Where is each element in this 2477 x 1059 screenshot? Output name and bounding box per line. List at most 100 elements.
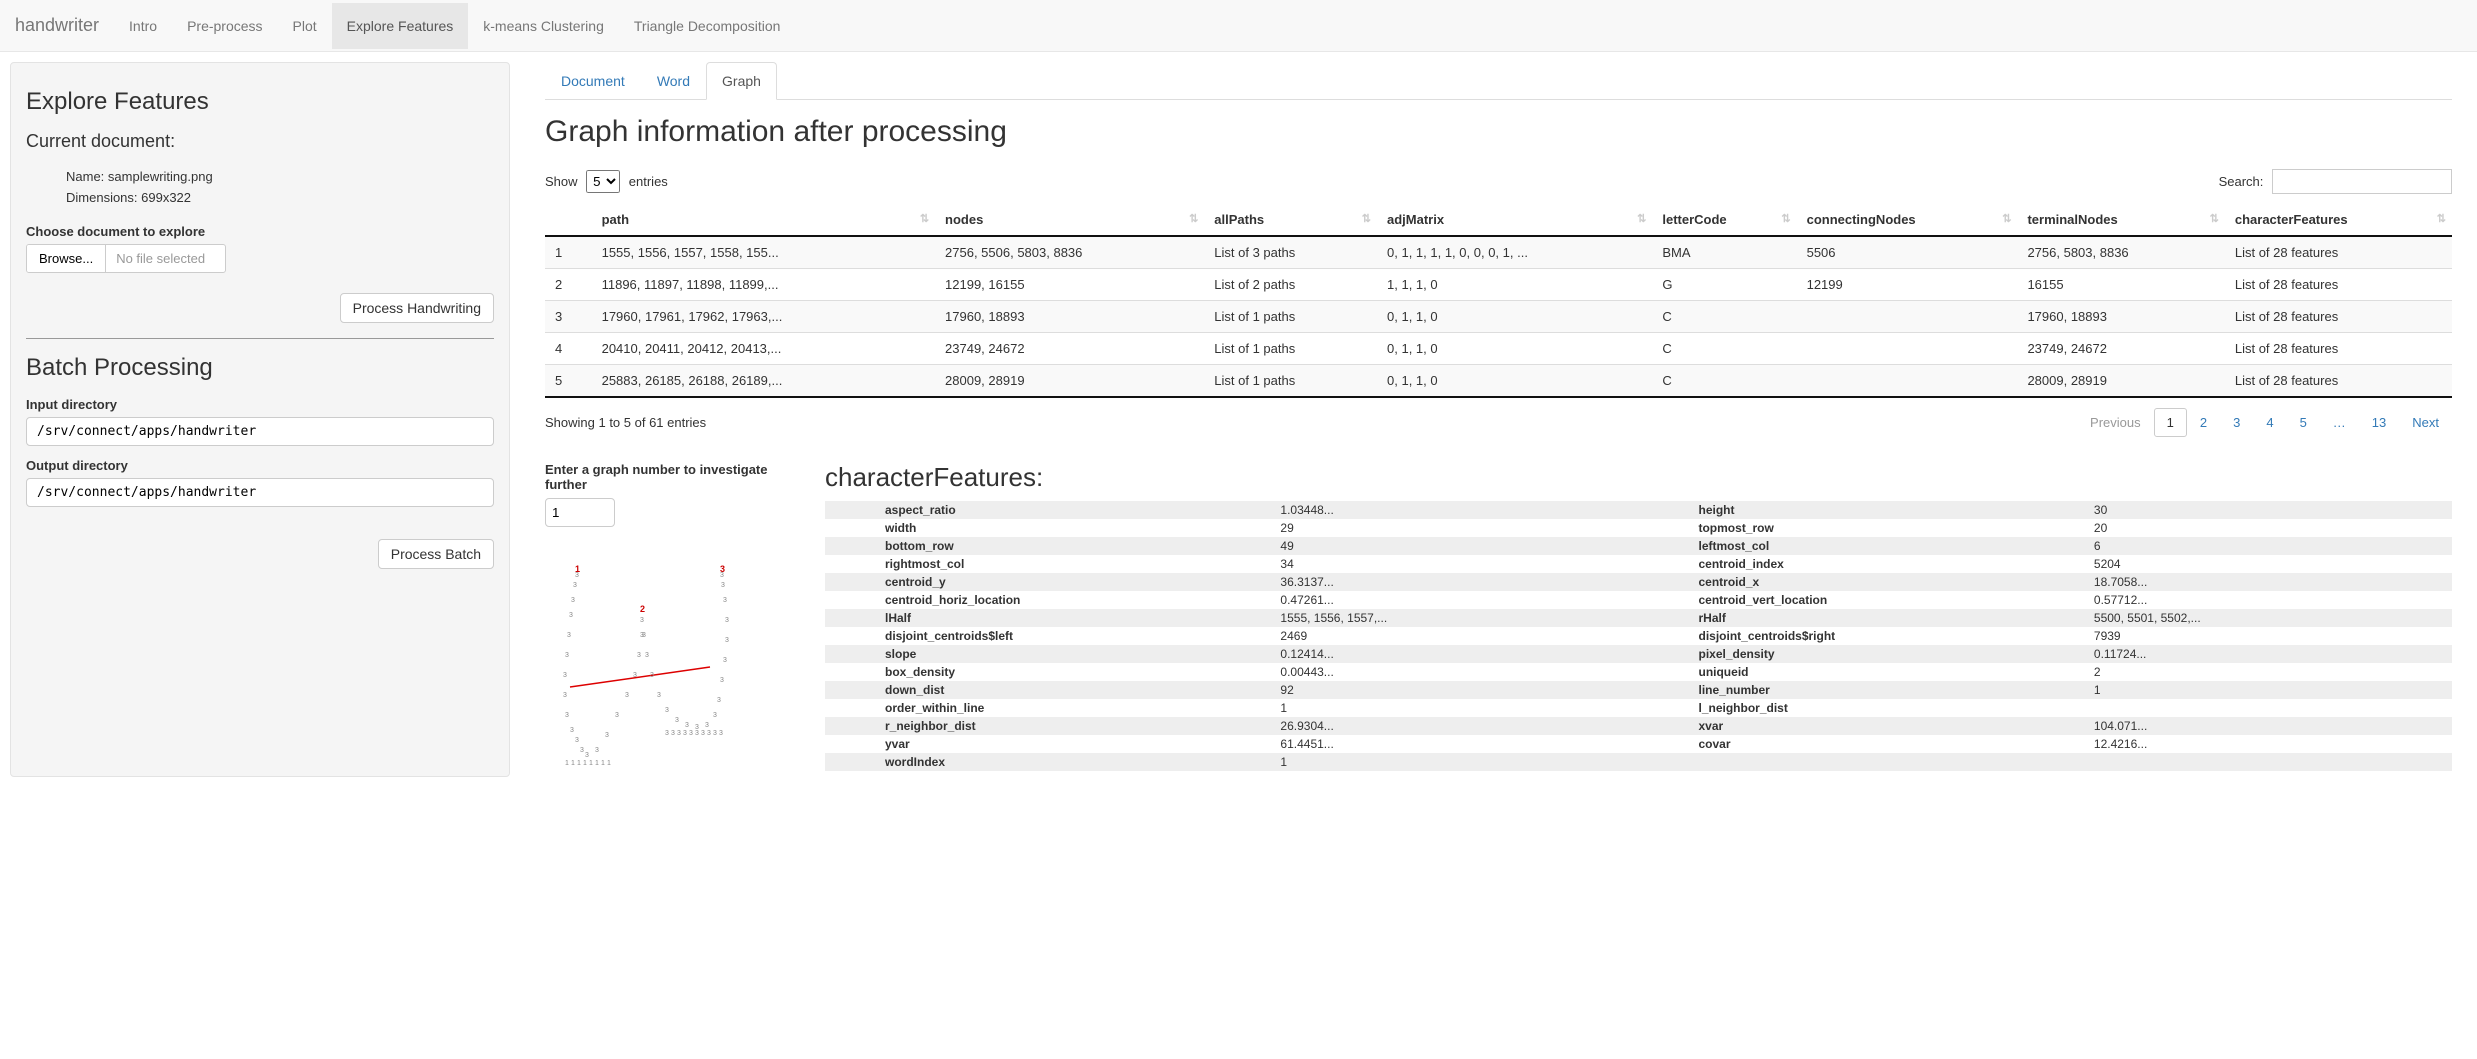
svg-text:3: 3	[567, 632, 571, 639]
svg-text:1: 1	[577, 760, 581, 767]
output-dir-label: Output directory	[26, 458, 494, 473]
page-5[interactable]: 5	[2287, 408, 2320, 437]
col-path[interactable]: path⇅	[592, 204, 935, 236]
svg-text:3: 3	[565, 652, 569, 659]
graph-number-input[interactable]	[545, 498, 615, 527]
svg-text:3: 3	[565, 712, 569, 719]
svg-text:3: 3	[640, 617, 644, 624]
table-row[interactable]: 11555, 1556, 1557, 1558, 155...2756, 550…	[545, 236, 2452, 269]
svg-text:3: 3	[683, 730, 687, 737]
current-doc-heading: Current document:	[26, 131, 494, 152]
table-info: Showing 1 to 5 of 61 entries	[545, 415, 706, 430]
nav-tab-triangle-decomposition[interactable]: Triangle Decomposition	[619, 3, 796, 49]
nav-tab-plot[interactable]: Plot	[278, 3, 332, 49]
svg-text:3: 3	[573, 582, 577, 589]
feature-row: yvar61.4451...covar12.4216...	[825, 735, 2452, 753]
pagination: Previous12345…13Next	[2077, 408, 2452, 437]
svg-text:1: 1	[583, 760, 587, 767]
graph-table: path⇅nodes⇅allPaths⇅adjMatrix⇅letterCode…	[545, 204, 2452, 398]
nav-tab-k-means-clustering[interactable]: k-means Clustering	[468, 3, 619, 49]
svg-text:3: 3	[720, 564, 725, 574]
col-letterCode[interactable]: letterCode⇅	[1652, 204, 1796, 236]
section-heading: Graph information after processing	[545, 115, 2452, 149]
batch-title: Batch Processing	[26, 354, 494, 382]
svg-text:3: 3	[657, 692, 661, 699]
svg-text:3: 3	[605, 732, 609, 739]
graph-investigate-panel: Enter a graph number to investigate furt…	[545, 462, 795, 777]
page-next[interactable]: Next	[2399, 408, 2452, 437]
svg-text:3: 3	[665, 707, 669, 714]
navbar: handwriter IntroPre-processPlotExplore F…	[0, 0, 2477, 52]
svg-text:3: 3	[671, 730, 675, 737]
svg-text:3: 3	[725, 637, 729, 644]
svg-text:3: 3	[637, 652, 641, 659]
svg-text:3: 3	[615, 712, 619, 719]
col-terminalNodes[interactable]: terminalNodes⇅	[2017, 204, 2224, 236]
table-row[interactable]: 420410, 20411, 20412, 20413,...23749, 24…	[545, 333, 2452, 365]
feature-row: box_density0.00443...uniqueid2	[825, 663, 2452, 681]
subtab-document[interactable]: Document	[545, 62, 641, 100]
svg-text:3: 3	[563, 672, 567, 679]
process-handwriting-button[interactable]: Process Handwriting	[340, 293, 494, 323]
svg-text:3: 3	[685, 722, 689, 729]
svg-text:3: 3	[689, 730, 693, 737]
process-batch-button[interactable]: Process Batch	[378, 539, 494, 569]
svg-text:3: 3	[677, 730, 681, 737]
nav-tab-intro[interactable]: Intro	[114, 3, 172, 49]
subtab-graph[interactable]: Graph	[706, 62, 777, 100]
svg-text:3: 3	[633, 672, 637, 679]
page-prev: Previous	[2077, 408, 2154, 437]
datatable-controls: Show 5 entries Search:	[545, 169, 2452, 194]
feature-row: wordIndex1	[825, 753, 2452, 771]
svg-text:3: 3	[570, 727, 574, 734]
svg-text:3: 3	[721, 582, 725, 589]
page-3[interactable]: 3	[2220, 408, 2253, 437]
svg-text:3: 3	[675, 717, 679, 724]
glyph-plot: 3333333333333333333333333333333333333331…	[545, 557, 765, 777]
svg-text:2: 2	[640, 604, 645, 614]
col-adjMatrix[interactable]: adjMatrix⇅	[1377, 204, 1652, 236]
svg-text:3: 3	[717, 697, 721, 704]
svg-text:3: 3	[575, 737, 579, 744]
feature-row: bottom_row49leftmost_col6	[825, 537, 2452, 555]
col-connectingNodes[interactable]: connectingNodes⇅	[1797, 204, 2018, 236]
table-row[interactable]: 525883, 26185, 26188, 26189,...28009, 28…	[545, 365, 2452, 398]
file-input[interactable]: Browse... No file selected	[26, 244, 226, 273]
svg-text:3: 3	[650, 672, 654, 679]
nav-tab-pre-process[interactable]: Pre-process	[172, 3, 277, 49]
col-characterFeatures[interactable]: characterFeatures⇅	[2225, 204, 2452, 236]
features-panel: characterFeatures: aspect_ratio1.03448..…	[825, 462, 2452, 777]
page-…[interactable]: …	[2320, 408, 2359, 437]
col-allPaths[interactable]: allPaths⇅	[1204, 204, 1377, 236]
svg-text:3: 3	[723, 597, 727, 604]
svg-text:3: 3	[642, 632, 646, 639]
page-1[interactable]: 1	[2154, 408, 2187, 437]
graph-number-label: Enter a graph number to investigate furt…	[545, 462, 795, 492]
feature-row: down_dist92line_number1	[825, 681, 2452, 699]
search-input[interactable]	[2272, 169, 2452, 194]
table-row[interactable]: 211896, 11897, 11898, 11899,...12199, 16…	[545, 269, 2452, 301]
svg-text:3: 3	[665, 730, 669, 737]
browse-button[interactable]: Browse...	[27, 245, 106, 272]
table-row[interactable]: 317960, 17961, 17962, 17963,...17960, 18…	[545, 301, 2452, 333]
page-size-select[interactable]: 5	[586, 170, 620, 193]
input-dir-field[interactable]	[26, 417, 494, 446]
subtab-word[interactable]: Word	[641, 62, 706, 100]
page-4[interactable]: 4	[2253, 408, 2286, 437]
svg-text:3: 3	[705, 722, 709, 729]
svg-text:3: 3	[563, 692, 567, 699]
svg-text:3: 3	[580, 747, 584, 754]
svg-text:1: 1	[595, 760, 599, 767]
feature-row: rightmost_col34centroid_index5204	[825, 555, 2452, 573]
svg-text:3: 3	[625, 692, 629, 699]
features-table: aspect_ratio1.03448...height30width29top…	[825, 501, 2452, 771]
col-index[interactable]	[545, 204, 592, 236]
page-13[interactable]: 13	[2359, 408, 2399, 437]
input-dir-label: Input directory	[26, 397, 494, 412]
col-nodes[interactable]: nodes⇅	[935, 204, 1204, 236]
feature-row: centroid_y36.3137...centroid_x18.7058...	[825, 573, 2452, 591]
feature-row: r_neighbor_dist26.9304...xvar104.071...	[825, 717, 2452, 735]
output-dir-field[interactable]	[26, 478, 494, 507]
page-2[interactable]: 2	[2187, 408, 2220, 437]
nav-tab-explore-features[interactable]: Explore Features	[332, 3, 469, 49]
